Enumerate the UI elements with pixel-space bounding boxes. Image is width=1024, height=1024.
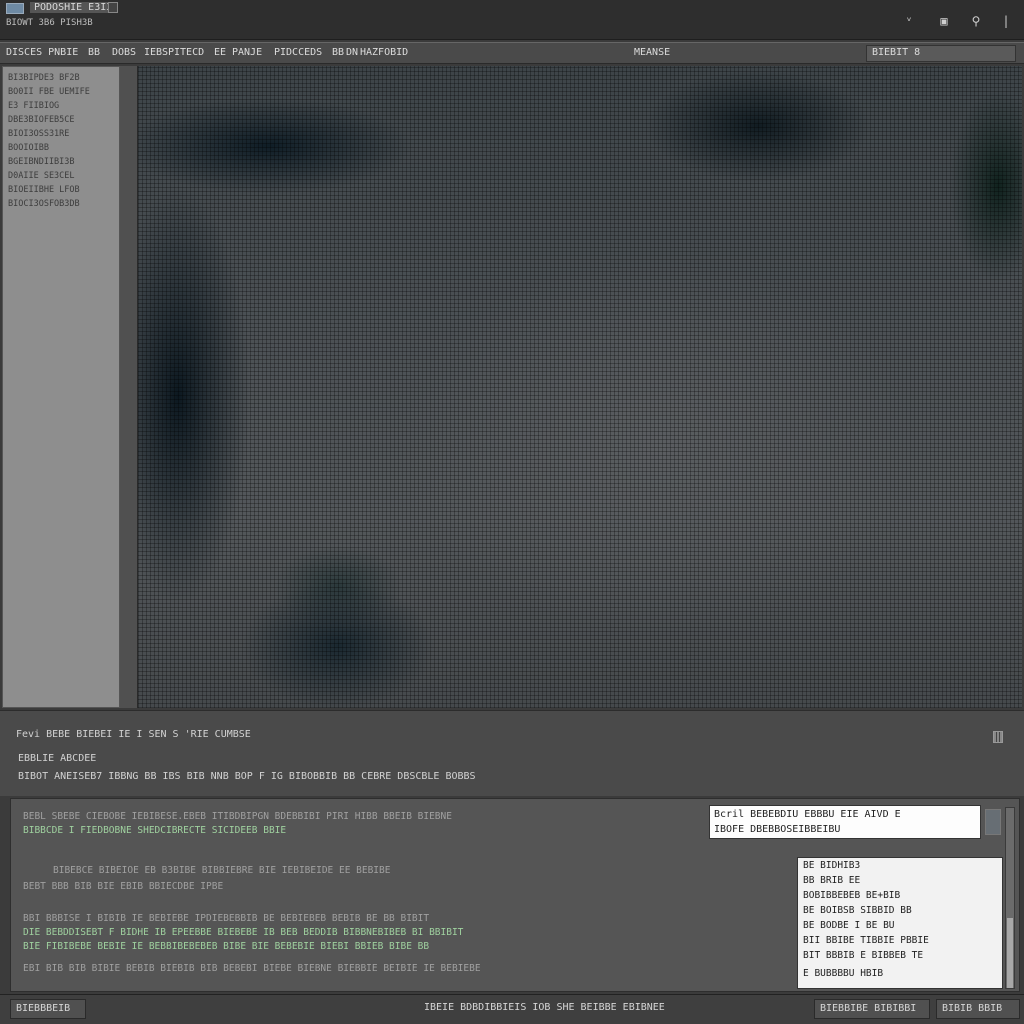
grid-icon[interactable] [993,731,1003,743]
menu-item[interactable]: DN [346,47,358,58]
menu-item[interactable]: PITECD [168,47,204,58]
sidebar-item[interactable]: E3 FIIBIOG [8,101,59,111]
sidebar-item[interactable]: BIOEIIBHE LFOB [8,185,80,195]
menu-item[interactable]: PANJE [232,47,262,58]
menu-item[interactable]: PIDCCEDS [274,47,322,58]
menu-item[interactable]: HAZFOBID [360,47,408,58]
console-line: EBI BIB BIB BIBIE BEBIB BIEBIB BIB BEBEB… [23,963,481,974]
console-line: BIBBCDE I FIEDBOBNE SHEDCIBRECTE SICIDEE… [23,825,287,836]
info-line: EBBLIE ABCDEE [18,753,97,764]
window-title: PODOSHIE E3I3 [30,2,117,13]
console-line: BEBL SBEBE CIEBOBE IEBIBESE.EBEB ITIBDBI… [23,811,452,822]
menu-item[interactable]: BB [332,47,344,58]
status-right[interactable]: BIBIB BBIB [936,999,1020,1019]
sidebar-item[interactable]: DBE3BIOFEB5CE [8,115,75,125]
minimize-icon[interactable]: ᵛ [902,14,916,28]
list-item[interactable]: BB BRIB EE [803,875,860,886]
sidebar-item[interactable]: BIOCI3OSFOB3DB [8,199,80,209]
menu-bar: DISCES PNBIE BB DOBS IEBS PITECD EE PANJ… [0,42,1024,64]
sidebar-item[interactable]: D0AIIE SE3CEL [8,171,75,181]
info-line: BIBOT ANEISEB7 IBBNG BB IBS BIB NNB BOP … [18,771,476,782]
popup-line: IBOFE DBEBBOSEIBBEIBU [714,824,841,835]
console-line: BEBT BBB BIB BIE EBIB BBIECDBE IPBE [23,881,224,892]
app-icon [6,3,24,14]
console-line: BBI BBBISE I BIBIB IE BEBIEBE IPDIEBEBBI… [23,913,430,924]
sidebar-item[interactable]: BGEIBNDIIBI3B [8,157,75,167]
menu-center-label[interactable]: MEANSE [634,47,670,58]
sidebar-splitter[interactable] [120,66,138,708]
list-item[interactable]: BII BBIBE TIBBIE PBBIE [803,935,929,946]
result-listbox[interactable]: BE BIDHIB3 BB BRIB EE BOBIBBEBEB BE+BIB … [797,857,1003,989]
window-subtitle: BIOWT 3B6 PISH3B [6,18,93,28]
list-item[interactable]: E BUBBBBU HBIB [803,968,883,979]
list-item[interactable]: BIT BBBIB E BIBBEB TE [803,950,923,961]
list-item[interactable]: BE BIDHIB3 [803,860,860,871]
image-viewport[interactable] [138,66,1022,708]
sidebar-item[interactable]: BI3BIPDE3 BF2B [8,73,80,83]
title-menu-icon[interactable] [108,2,118,13]
sidebar-item[interactable]: BOOIOIBB [8,143,49,153]
menu-item[interactable]: IEBS [144,47,168,58]
sidebar-item[interactable]: BO0II FBE UEMIFE [8,87,90,97]
console-popup[interactable]: Bcril BEBEBDIU EBBBU EIE AIVD E IBOFE DB… [709,805,981,839]
menu-item[interactable]: BB [88,47,100,58]
popup-toggle-icon[interactable] [985,809,1001,835]
title-bar: PODOSHIE E3I3 BIOWT 3B6 PISH3B ᵛ ▣ ⚲ | [0,0,1024,40]
menu-item[interactable]: DOBS [112,47,136,58]
options-icon[interactable]: ⚲ [969,14,983,28]
list-item[interactable]: BOBIBBEBEB BE+BIB [803,890,900,901]
status-center: IBEIE BDBDIBBIEIS IOB SHE BEIBBE EBIBNEE [424,1002,665,1013]
info-panel: Fevi BEBE BIEBEI IE I SEN S 'RIE CUMBSE … [0,710,1024,796]
maximize-icon[interactable]: ▣ [937,14,951,28]
console-scrollbar[interactable] [1005,807,1015,989]
console-line: BIBEBCE BIBEIOE EB B3BIBE BIBBIEBRE BIE … [53,865,391,876]
status-left[interactable]: BIEBBBEIB [10,999,86,1019]
list-item[interactable]: BE BOIBSB SIBBID BB [803,905,912,916]
menu-right-label[interactable]: BIEBIT 8 [872,47,920,58]
status-right[interactable]: BIEBBIBE BIBIBBI [814,999,930,1019]
sidebar-item[interactable]: BIOI3OSS31RE [8,129,69,139]
console-panel: BEBL SBEBE CIEBOBE IEBIBESE.EBEB ITIBDBI… [10,798,1020,992]
console-line: BIE FIBIBEBE BEBIE IE BEBBIBEBEBEB BIBE … [23,941,430,952]
status-bar: BIEBBBEIB IBEIE BDBDIBBIEIS IOB SHE BEIB… [0,994,1024,1024]
sidebar: BI3BIPDE3 BF2B BO0II FBE UEMIFE E3 FIIBI… [2,66,120,708]
list-item[interactable]: BE BODBE I BE BU [803,920,895,931]
console-line: DIE BEBDDISEBT F BIDHE IB EPEEBBE BIEBEB… [23,927,464,938]
menu-item[interactable]: DISCES PNBIE [6,47,78,58]
popup-line: Bcril BEBEBDIU EBBBU EIE AIVD E [714,809,901,820]
scrollbar-thumb[interactable] [1007,918,1013,988]
info-line: Fevi BEBE BIEBEI IE I SEN S 'RIE CUMBSE [16,729,251,740]
app-window: PODOSHIE E3I3 BIOWT 3B6 PISH3B ᵛ ▣ ⚲ | D… [0,0,1024,1024]
menu-item[interactable]: EE [214,47,226,58]
close-icon[interactable]: | [999,14,1013,28]
